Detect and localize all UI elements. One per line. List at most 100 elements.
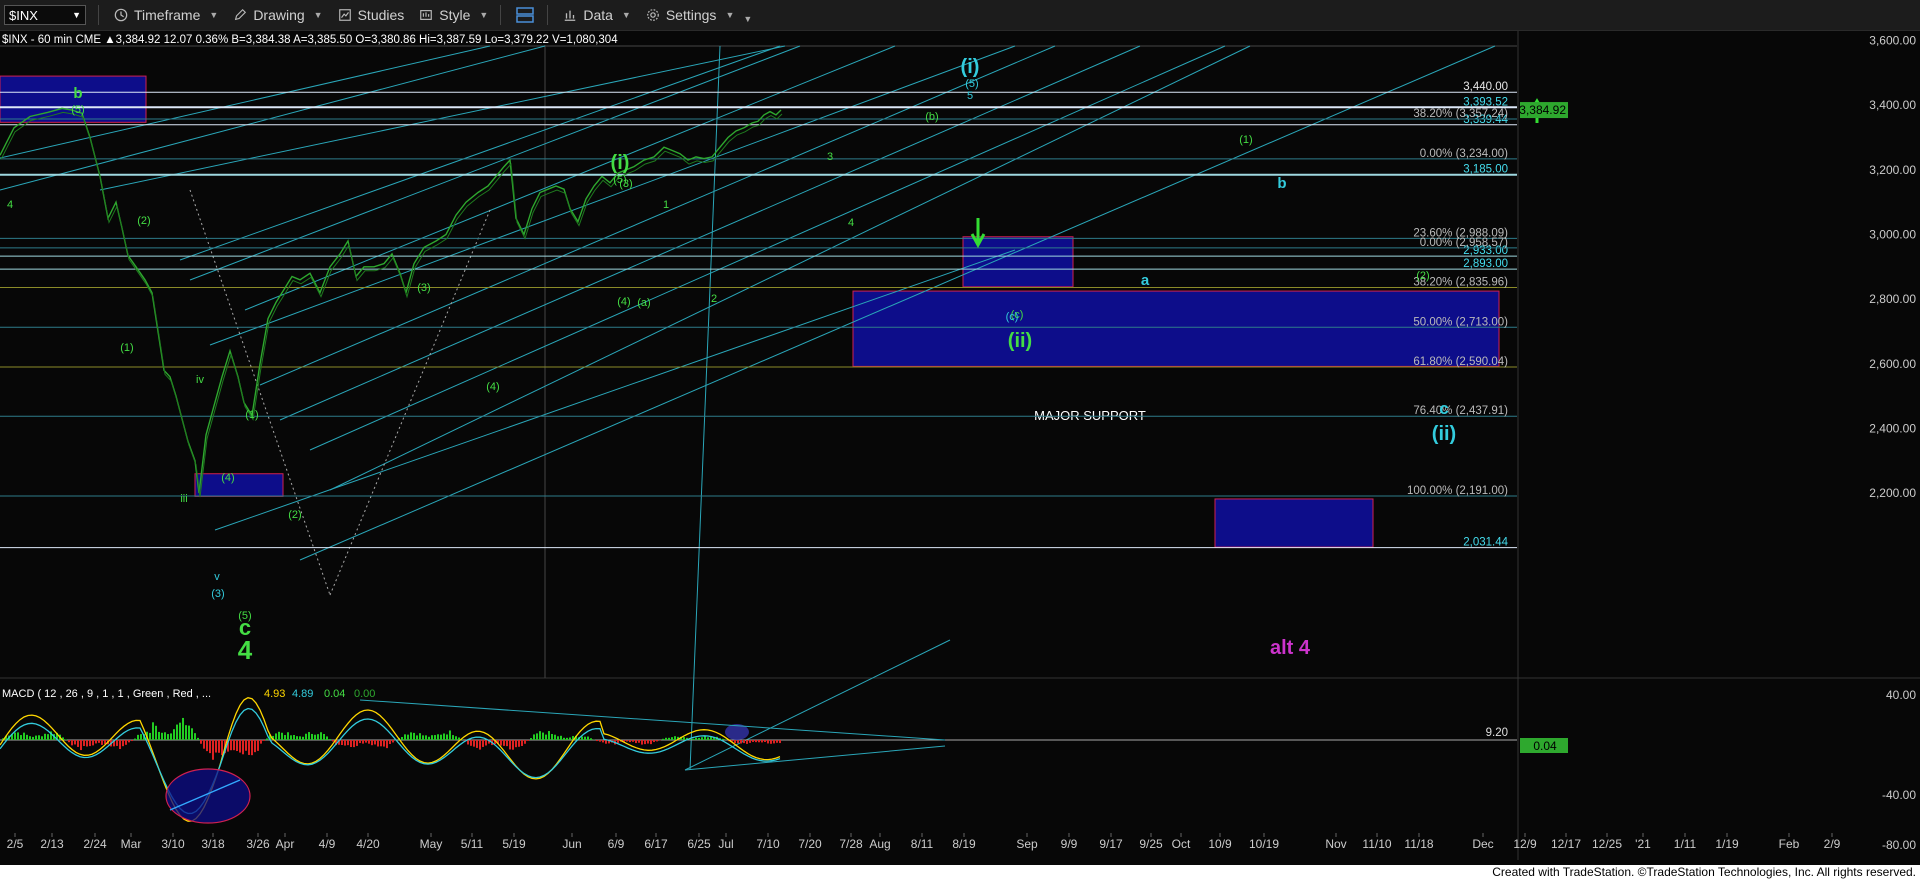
- wave-label: (4): [617, 296, 630, 308]
- macd-bar: [29, 736, 31, 740]
- macd-bar: [650, 740, 652, 745]
- macd-bar: [377, 740, 379, 747]
- macd-bar: [722, 738, 724, 740]
- macd-bar: [83, 740, 85, 746]
- macd-bar: [191, 728, 193, 740]
- wave-label: (3): [211, 588, 224, 600]
- macd-bar: [167, 734, 169, 740]
- wave-label: c: [1439, 399, 1448, 418]
- dotted-trend-line: [189, 189, 331, 596]
- x-tick-label: 8/11: [911, 837, 934, 851]
- macd-bar: [482, 740, 484, 747]
- macd-ellipse: [165, 768, 251, 824]
- macd-bar: [605, 740, 607, 744]
- wave-label: (4): [486, 381, 499, 393]
- macd-bar: [323, 733, 325, 740]
- macd-bar: [656, 740, 658, 742]
- macd-bar: [749, 740, 751, 743]
- settings-label: Settings: [665, 7, 717, 23]
- macd-bar: [284, 735, 286, 740]
- data-label: Data: [583, 7, 613, 23]
- wave-label: b: [73, 85, 82, 102]
- wave-label: iv: [196, 374, 204, 386]
- chevron-down-icon: ▼: [725, 10, 735, 20]
- macd-bar: [209, 740, 211, 754]
- macd-value-2: 4.89: [292, 688, 313, 700]
- macd-value-4: 0.00: [354, 688, 375, 700]
- macd-bar: [470, 740, 472, 746]
- drawing-button[interactable]: Drawing ▼: [232, 7, 323, 23]
- wave-label: (5): [238, 610, 251, 622]
- x-tick-label: 11/18: [1404, 837, 1433, 851]
- level-label: 2,893.00: [1463, 258, 1508, 270]
- clock-icon: [114, 8, 128, 22]
- macd-bar: [125, 740, 127, 745]
- wave-label: v: [214, 571, 220, 583]
- macd-bar: [767, 740, 769, 744]
- wave-label: (1): [245, 409, 258, 421]
- price-chart[interactable]: MAJOR SUPPORT alt 4 3,440.00 3,393.52 3,339…: [0, 31, 1920, 865]
- macd-bar: [428, 736, 430, 740]
- macd-tick: 40.00: [1886, 688, 1916, 702]
- macd-bar: [170, 733, 172, 740]
- wave-label: (a): [637, 297, 650, 309]
- macd-bar: [752, 740, 754, 742]
- chevron-down-icon: ▼: [313, 10, 323, 20]
- copyright-text: Created with TradeStation. ©TradeStation…: [1492, 865, 1916, 879]
- macd-bar: [80, 740, 82, 751]
- macd-bar: [419, 733, 421, 740]
- x-tick-label: 2/9: [1824, 837, 1841, 851]
- macd-bar: [770, 740, 772, 744]
- settings-button[interactable]: Settings ▼ ▼: [645, 6, 752, 24]
- macd-bar: [473, 740, 475, 747]
- macd-bar: [101, 740, 103, 745]
- timeframe-button[interactable]: Timeframe ▼: [113, 7, 218, 23]
- macd-bar: [368, 740, 370, 744]
- symbol-input[interactable]: $INX ▼: [4, 5, 86, 25]
- wave-label: (1): [120, 342, 133, 354]
- macd-bar: [275, 733, 277, 740]
- fib-label: 100.00% (2,191.00): [1407, 485, 1508, 497]
- macd-tick: -40.00: [1882, 788, 1916, 802]
- wave-label: 4: [238, 635, 253, 665]
- macd-bar: [533, 734, 535, 740]
- macd-bar: [203, 740, 205, 749]
- macd-bar: [182, 717, 184, 740]
- fib-label: 0.00% (2,958.57): [1420, 237, 1508, 249]
- gear-icon: [646, 9, 659, 21]
- macd-bar: [251, 740, 253, 756]
- x-tick-label: May: [420, 837, 443, 851]
- layout-button[interactable]: [515, 6, 535, 24]
- channel-line: [214, 249, 1016, 531]
- x-tick-label: Apr: [276, 837, 295, 851]
- level-label: 3,393.52: [1463, 96, 1508, 108]
- y-tick-label: 3,600.00: [1869, 34, 1916, 48]
- macd-bar: [77, 740, 79, 747]
- x-tick-label: 3/18: [201, 837, 225, 851]
- macd-bar: [386, 740, 388, 749]
- chart-svg[interactable]: MAJOR SUPPORTalt 4 3,440.003,393.523,339…: [0, 31, 1920, 865]
- zone-label-alt4: alt 4: [1270, 637, 1311, 659]
- macd-bar: [563, 737, 565, 740]
- macd-trend-line: [359, 699, 946, 741]
- macd-bar: [206, 740, 208, 752]
- macd-bar: [695, 737, 697, 740]
- style-button[interactable]: Style ▼: [418, 7, 488, 23]
- zone-label-major-support: MAJOR SUPPORT: [1034, 408, 1146, 423]
- price-line: [0, 107, 782, 494]
- macd-bar: [353, 740, 355, 748]
- studies-button[interactable]: Studies: [337, 7, 404, 23]
- macd-bar: [776, 740, 778, 743]
- layout-icon: [516, 7, 535, 23]
- x-tick-label: 5/19: [502, 837, 526, 851]
- macd-bar: [455, 736, 457, 740]
- price-axis: 3,600.00 3,400.00 3,200.00 3,000.00 2,800.00…: [1519, 34, 1916, 501]
- macd-bar: [89, 740, 91, 747]
- macd-bar: [581, 736, 583, 740]
- level-label: 3,440.00: [1463, 81, 1508, 93]
- macd-bar: [164, 732, 166, 740]
- fib-label: 38.20% (3,357.24): [1413, 108, 1508, 120]
- data-button[interactable]: Data ▼: [562, 7, 631, 23]
- symbol-value: $INX: [9, 7, 38, 23]
- macd-bar: [302, 736, 304, 740]
